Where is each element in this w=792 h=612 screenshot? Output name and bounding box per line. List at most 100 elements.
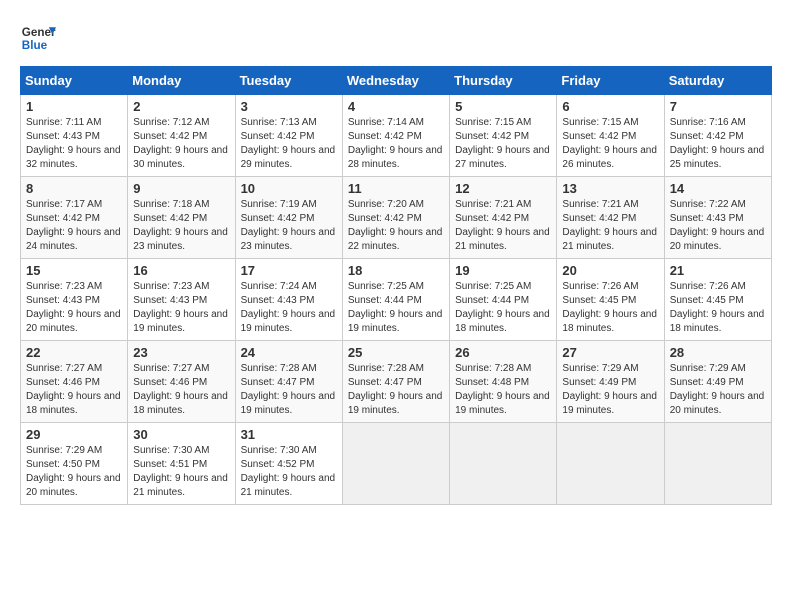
day-number: 5 bbox=[455, 99, 551, 114]
col-header-monday: Monday bbox=[128, 67, 235, 95]
day-cell: 26 Sunrise: 7:28 AMSunset: 4:48 PMDaylig… bbox=[450, 341, 557, 423]
day-detail: Sunrise: 7:26 AMSunset: 4:45 PMDaylight:… bbox=[562, 281, 657, 334]
day-detail: Sunrise: 7:23 AMSunset: 4:43 PMDaylight:… bbox=[133, 281, 228, 334]
day-detail: Sunrise: 7:25 AMSunset: 4:44 PMDaylight:… bbox=[348, 281, 443, 334]
day-number: 25 bbox=[348, 345, 444, 360]
day-number: 30 bbox=[133, 427, 229, 442]
day-detail: Sunrise: 7:29 AMSunset: 4:49 PMDaylight:… bbox=[670, 363, 765, 416]
day-number: 8 bbox=[26, 181, 122, 196]
week-row-1: 1 Sunrise: 7:11 AMSunset: 4:43 PMDayligh… bbox=[21, 95, 772, 177]
day-number: 17 bbox=[241, 263, 337, 278]
day-number: 21 bbox=[670, 263, 766, 278]
day-number: 1 bbox=[26, 99, 122, 114]
col-header-wednesday: Wednesday bbox=[342, 67, 449, 95]
day-cell: 11 Sunrise: 7:20 AMSunset: 4:42 PMDaylig… bbox=[342, 177, 449, 259]
day-number: 19 bbox=[455, 263, 551, 278]
day-detail: Sunrise: 7:27 AMSunset: 4:46 PMDaylight:… bbox=[133, 363, 228, 416]
day-detail: Sunrise: 7:24 AMSunset: 4:43 PMDaylight:… bbox=[241, 281, 336, 334]
day-number: 3 bbox=[241, 99, 337, 114]
logo-icon: General Blue bbox=[20, 20, 56, 56]
day-number: 12 bbox=[455, 181, 551, 196]
col-header-sunday: Sunday bbox=[21, 67, 128, 95]
day-cell: 13 Sunrise: 7:21 AMSunset: 4:42 PMDaylig… bbox=[557, 177, 664, 259]
day-cell: 15 Sunrise: 7:23 AMSunset: 4:43 PMDaylig… bbox=[21, 259, 128, 341]
day-cell: 5 Sunrise: 7:15 AMSunset: 4:42 PMDayligh… bbox=[450, 95, 557, 177]
day-cell: 16 Sunrise: 7:23 AMSunset: 4:43 PMDaylig… bbox=[128, 259, 235, 341]
logo: General Blue bbox=[20, 20, 56, 56]
header: General Blue bbox=[20, 20, 772, 56]
day-detail: Sunrise: 7:29 AMSunset: 4:50 PMDaylight:… bbox=[26, 445, 121, 498]
day-detail: Sunrise: 7:28 AMSunset: 4:47 PMDaylight:… bbox=[348, 363, 443, 416]
day-number: 18 bbox=[348, 263, 444, 278]
day-detail: Sunrise: 7:20 AMSunset: 4:42 PMDaylight:… bbox=[348, 199, 443, 252]
day-detail: Sunrise: 7:18 AMSunset: 4:42 PMDaylight:… bbox=[133, 199, 228, 252]
day-number: 27 bbox=[562, 345, 658, 360]
day-number: 7 bbox=[670, 99, 766, 114]
day-number: 2 bbox=[133, 99, 229, 114]
day-number: 26 bbox=[455, 345, 551, 360]
day-cell: 17 Sunrise: 7:24 AMSunset: 4:43 PMDaylig… bbox=[235, 259, 342, 341]
day-cell: 1 Sunrise: 7:11 AMSunset: 4:43 PMDayligh… bbox=[21, 95, 128, 177]
day-detail: Sunrise: 7:28 AMSunset: 4:48 PMDaylight:… bbox=[455, 363, 550, 416]
day-detail: Sunrise: 7:19 AMSunset: 4:42 PMDaylight:… bbox=[241, 199, 336, 252]
svg-text:Blue: Blue bbox=[22, 39, 48, 52]
day-cell bbox=[450, 423, 557, 505]
day-number: 23 bbox=[133, 345, 229, 360]
day-detail: Sunrise: 7:22 AMSunset: 4:43 PMDaylight:… bbox=[670, 199, 765, 252]
day-number: 28 bbox=[670, 345, 766, 360]
day-number: 13 bbox=[562, 181, 658, 196]
day-cell: 20 Sunrise: 7:26 AMSunset: 4:45 PMDaylig… bbox=[557, 259, 664, 341]
day-detail: Sunrise: 7:25 AMSunset: 4:44 PMDaylight:… bbox=[455, 281, 550, 334]
day-number: 14 bbox=[670, 181, 766, 196]
day-cell: 23 Sunrise: 7:27 AMSunset: 4:46 PMDaylig… bbox=[128, 341, 235, 423]
day-detail: Sunrise: 7:23 AMSunset: 4:43 PMDaylight:… bbox=[26, 281, 121, 334]
calendar-body: 1 Sunrise: 7:11 AMSunset: 4:43 PMDayligh… bbox=[21, 95, 772, 505]
day-number: 11 bbox=[348, 181, 444, 196]
day-detail: Sunrise: 7:12 AMSunset: 4:42 PMDaylight:… bbox=[133, 117, 228, 170]
day-cell: 6 Sunrise: 7:15 AMSunset: 4:42 PMDayligh… bbox=[557, 95, 664, 177]
day-cell: 31 Sunrise: 7:30 AMSunset: 4:52 PMDaylig… bbox=[235, 423, 342, 505]
day-number: 16 bbox=[133, 263, 229, 278]
day-number: 29 bbox=[26, 427, 122, 442]
day-cell: 22 Sunrise: 7:27 AMSunset: 4:46 PMDaylig… bbox=[21, 341, 128, 423]
day-number: 4 bbox=[348, 99, 444, 114]
day-number: 20 bbox=[562, 263, 658, 278]
calendar-table: SundayMondayTuesdayWednesdayThursdayFrid… bbox=[20, 66, 772, 505]
day-cell: 21 Sunrise: 7:26 AMSunset: 4:45 PMDaylig… bbox=[664, 259, 771, 341]
day-number: 9 bbox=[133, 181, 229, 196]
day-number: 24 bbox=[241, 345, 337, 360]
day-detail: Sunrise: 7:11 AMSunset: 4:43 PMDaylight:… bbox=[26, 117, 121, 170]
col-header-tuesday: Tuesday bbox=[235, 67, 342, 95]
day-number: 31 bbox=[241, 427, 337, 442]
day-number: 6 bbox=[562, 99, 658, 114]
day-cell: 30 Sunrise: 7:30 AMSunset: 4:51 PMDaylig… bbox=[128, 423, 235, 505]
col-header-friday: Friday bbox=[557, 67, 664, 95]
day-detail: Sunrise: 7:13 AMSunset: 4:42 PMDaylight:… bbox=[241, 117, 336, 170]
day-cell: 28 Sunrise: 7:29 AMSunset: 4:49 PMDaylig… bbox=[664, 341, 771, 423]
day-detail: Sunrise: 7:29 AMSunset: 4:49 PMDaylight:… bbox=[562, 363, 657, 416]
day-cell: 29 Sunrise: 7:29 AMSunset: 4:50 PMDaylig… bbox=[21, 423, 128, 505]
day-cell: 12 Sunrise: 7:21 AMSunset: 4:42 PMDaylig… bbox=[450, 177, 557, 259]
day-detail: Sunrise: 7:15 AMSunset: 4:42 PMDaylight:… bbox=[562, 117, 657, 170]
day-cell: 18 Sunrise: 7:25 AMSunset: 4:44 PMDaylig… bbox=[342, 259, 449, 341]
week-row-5: 29 Sunrise: 7:29 AMSunset: 4:50 PMDaylig… bbox=[21, 423, 772, 505]
day-cell: 4 Sunrise: 7:14 AMSunset: 4:42 PMDayligh… bbox=[342, 95, 449, 177]
day-cell: 2 Sunrise: 7:12 AMSunset: 4:42 PMDayligh… bbox=[128, 95, 235, 177]
day-cell: 24 Sunrise: 7:28 AMSunset: 4:47 PMDaylig… bbox=[235, 341, 342, 423]
day-cell: 14 Sunrise: 7:22 AMSunset: 4:43 PMDaylig… bbox=[664, 177, 771, 259]
day-cell: 19 Sunrise: 7:25 AMSunset: 4:44 PMDaylig… bbox=[450, 259, 557, 341]
day-number: 10 bbox=[241, 181, 337, 196]
day-number: 15 bbox=[26, 263, 122, 278]
day-cell: 27 Sunrise: 7:29 AMSunset: 4:49 PMDaylig… bbox=[557, 341, 664, 423]
day-detail: Sunrise: 7:27 AMSunset: 4:46 PMDaylight:… bbox=[26, 363, 121, 416]
day-cell: 3 Sunrise: 7:13 AMSunset: 4:42 PMDayligh… bbox=[235, 95, 342, 177]
day-detail: Sunrise: 7:16 AMSunset: 4:42 PMDaylight:… bbox=[670, 117, 765, 170]
day-detail: Sunrise: 7:26 AMSunset: 4:45 PMDaylight:… bbox=[670, 281, 765, 334]
day-detail: Sunrise: 7:21 AMSunset: 4:42 PMDaylight:… bbox=[562, 199, 657, 252]
day-cell bbox=[342, 423, 449, 505]
day-cell: 10 Sunrise: 7:19 AMSunset: 4:42 PMDaylig… bbox=[235, 177, 342, 259]
week-row-4: 22 Sunrise: 7:27 AMSunset: 4:46 PMDaylig… bbox=[21, 341, 772, 423]
day-cell: 7 Sunrise: 7:16 AMSunset: 4:42 PMDayligh… bbox=[664, 95, 771, 177]
day-detail: Sunrise: 7:21 AMSunset: 4:42 PMDaylight:… bbox=[455, 199, 550, 252]
day-detail: Sunrise: 7:15 AMSunset: 4:42 PMDaylight:… bbox=[455, 117, 550, 170]
